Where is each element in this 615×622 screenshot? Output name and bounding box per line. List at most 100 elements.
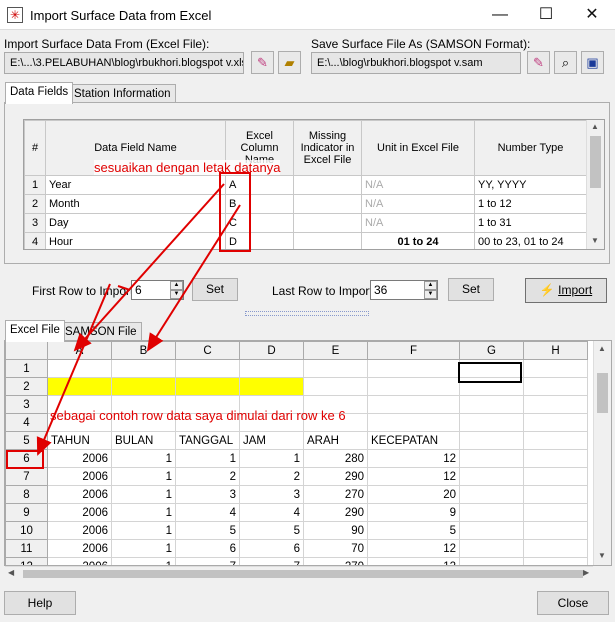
sheet-cell[interactable]: 270: [303, 557, 368, 565]
sheet-cell[interactable]: [367, 377, 460, 396]
row-header[interactable]: 7: [5, 467, 48, 486]
sheet-cell[interactable]: 1: [111, 557, 176, 565]
sheet-row[interactable]: 10 2006 1 5 5 90 5: [5, 521, 588, 540]
sheet-cell[interactable]: 280: [303, 449, 368, 468]
sheet-cell[interactable]: 2006: [47, 557, 112, 565]
scroll-left-icon[interactable]: ◀: [8, 568, 14, 577]
scroll-thumb[interactable]: [597, 373, 608, 413]
sheet-cell[interactable]: 270: [303, 485, 368, 504]
sheet-cell[interactable]: [367, 359, 460, 378]
scroll-up-icon[interactable]: ▲: [591, 122, 599, 131]
sheet-cell[interactable]: [523, 503, 588, 522]
column-header[interactable]: F: [367, 341, 460, 360]
tab-data-fields[interactable]: Data Fields: [5, 82, 74, 104]
eraser-icon[interactable]: ✎: [251, 51, 274, 74]
sheet-cell[interactable]: [47, 359, 112, 378]
sheet-cell[interactable]: [523, 449, 588, 468]
sheet-cell[interactable]: [239, 359, 304, 378]
sheet-cell[interactable]: JAM: [239, 431, 304, 450]
sheet-cell[interactable]: 2006: [47, 521, 112, 540]
missing-indicator-cell[interactable]: [293, 213, 362, 233]
sheet-cell[interactable]: [459, 503, 524, 522]
unit-cell[interactable]: N/A: [361, 175, 475, 195]
row-header[interactable]: 9: [5, 503, 48, 522]
sheet-cell[interactable]: 1: [111, 539, 176, 558]
tab-samson-file[interactable]: SAMSON File: [60, 322, 142, 342]
sheet-cell[interactable]: [459, 521, 524, 540]
row-header[interactable]: 2: [5, 377, 48, 396]
help-button[interactable]: Help: [4, 591, 76, 615]
sheet-cell[interactable]: 290: [303, 503, 368, 522]
sheet-cell[interactable]: 2006: [47, 485, 112, 504]
sheet-cell[interactable]: [523, 413, 588, 432]
spin-down-icon[interactable]: ▼: [424, 290, 437, 299]
column-header[interactable]: A: [47, 341, 112, 360]
sheet-cell[interactable]: [111, 377, 176, 396]
scroll-down-icon[interactable]: ▼: [598, 551, 606, 560]
sheet-cell[interactable]: [523, 431, 588, 450]
open-folder-icon[interactable]: ▰: [278, 51, 301, 74]
sheet-cell[interactable]: BULAN: [111, 431, 176, 450]
spin-down-icon[interactable]: ▼: [170, 290, 183, 299]
unit-cell[interactable]: N/A: [361, 194, 475, 214]
sheet-cell[interactable]: 12: [367, 449, 460, 468]
scroll-up-icon[interactable]: ▲: [598, 344, 606, 353]
sheet-cell[interactable]: [459, 485, 524, 504]
sheet-cell[interactable]: [175, 359, 240, 378]
sheet-cell[interactable]: 1: [111, 485, 176, 504]
sheet-cell[interactable]: [459, 467, 524, 486]
maximize-button[interactable]: ☐: [523, 0, 569, 30]
sheet-cell[interactable]: 9: [367, 503, 460, 522]
sheet-cell[interactable]: ARAH: [303, 431, 368, 450]
sheet-cell[interactable]: 12: [367, 557, 460, 565]
table-row[interactable]: 2 Month B N/A 1 to 12: [24, 194, 587, 214]
sheet-cell[interactable]: [459, 539, 524, 558]
sheet-cell[interactable]: 2: [175, 467, 240, 486]
splitter-handle[interactable]: [245, 311, 369, 316]
sheet-cell[interactable]: [175, 377, 240, 396]
sheet-cell[interactable]: 6: [175, 539, 240, 558]
row-header[interactable]: 11: [5, 539, 48, 558]
scroll-right-icon[interactable]: ▶: [583, 568, 589, 577]
sheet-cell[interactable]: [523, 539, 588, 558]
sheet-cell[interactable]: [523, 359, 588, 378]
sheet-cell[interactable]: 1: [175, 449, 240, 468]
spin-up-icon[interactable]: ▲: [170, 281, 183, 290]
number-type-cell[interactable]: YY, YYYY: [474, 175, 587, 195]
sheet-cell[interactable]: [459, 557, 524, 565]
sheet-cell[interactable]: [47, 377, 112, 396]
sheet-cell[interactable]: 12: [367, 539, 460, 558]
sheet-cell[interactable]: TANGGAL: [175, 431, 240, 450]
sheet-cell[interactable]: 1: [239, 449, 304, 468]
sheet-row[interactable]: 6 2006 1 1 1 280 12: [5, 449, 588, 468]
column-header[interactable]: G: [459, 341, 524, 360]
scroll-thumb[interactable]: [23, 570, 583, 578]
source-path-field[interactable]: E:\...\3.PELABUHAN\blog\rbukhori.blogspo…: [4, 52, 244, 74]
sheet-cell[interactable]: 6: [239, 539, 304, 558]
sheet-cell[interactable]: 70: [303, 539, 368, 558]
sheet-cell[interactable]: 7: [175, 557, 240, 565]
eraser-icon[interactable]: ✎: [527, 51, 550, 74]
sheet-cell[interactable]: 5: [367, 521, 460, 540]
row-header[interactable]: 8: [5, 485, 48, 504]
sheet-cell[interactable]: [367, 413, 460, 432]
target-path-field[interactable]: E:\...\blog\rbukhori.blogspot v.sam: [311, 52, 521, 74]
import-button[interactable]: ⚡ Import: [525, 278, 607, 303]
sheet-cell[interactable]: 5: [239, 521, 304, 540]
row-header[interactable]: 3: [5, 395, 48, 414]
sheet-cell[interactable]: 1: [111, 449, 176, 468]
sheet-cell[interactable]: [459, 395, 524, 414]
column-header[interactable]: E: [303, 341, 368, 360]
sheet-cell[interactable]: 1: [111, 521, 176, 540]
sheet-cell[interactable]: [303, 359, 368, 378]
sheet-cell[interactable]: 2006: [47, 449, 112, 468]
sheet-cell[interactable]: [111, 359, 176, 378]
table-row[interactable]: 3 Day C N/A 1 to 31: [24, 213, 587, 233]
row-header[interactable]: 5: [5, 431, 48, 450]
sheet-cell[interactable]: 290: [303, 467, 368, 486]
sheet-cell[interactable]: [523, 395, 588, 414]
missing-indicator-cell[interactable]: [293, 175, 362, 195]
save-icon[interactable]: ▣: [581, 51, 604, 74]
sheet-cell[interactable]: 2006: [47, 503, 112, 522]
number-type-cell[interactable]: 1 to 12: [474, 194, 587, 214]
